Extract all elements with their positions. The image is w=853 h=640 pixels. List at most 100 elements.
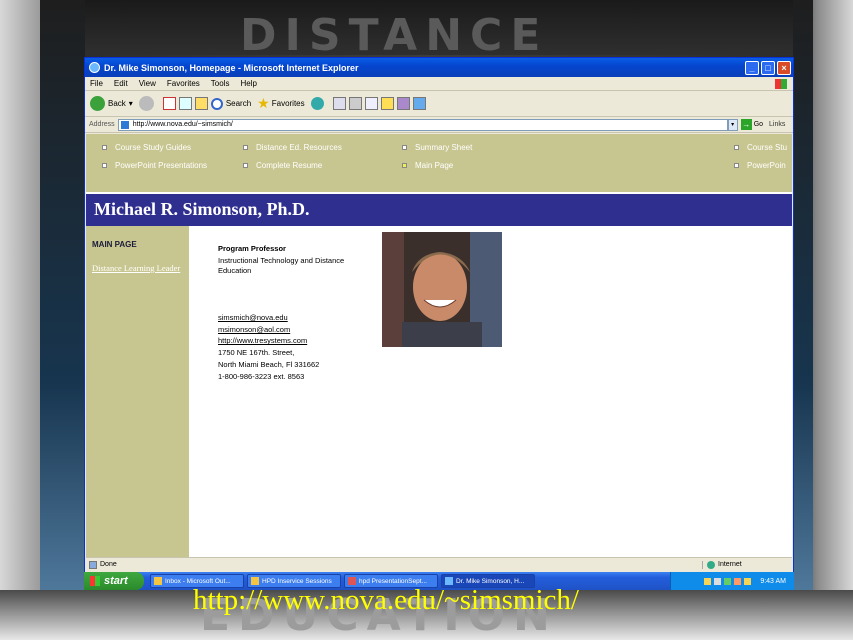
back-button[interactable]: Back ▾	[90, 96, 133, 111]
bullet-icon	[402, 145, 407, 150]
go-label: Go	[753, 121, 764, 128]
nav-main-page[interactable]: Main Page	[402, 161, 453, 170]
nav-powerpoint-repeat[interactable]: PowerPoin	[734, 161, 786, 170]
menu-help[interactable]: Help	[240, 79, 256, 88]
nav-label: Course Study Guides	[115, 143, 192, 152]
slide-frame-left	[0, 0, 85, 640]
search-icon	[210, 97, 223, 110]
chevron-down-icon[interactable]: ▾	[129, 99, 133, 108]
close-button[interactable]: ×	[777, 60, 791, 75]
favorites-button[interactable]: ★ Favorites	[257, 95, 304, 112]
tray-icon[interactable]	[734, 577, 742, 585]
back-arrow-icon	[90, 96, 105, 111]
tray-icon[interactable]	[714, 577, 722, 585]
messenger-icon[interactable]	[412, 97, 426, 110]
nav-label: PowerPoint Presentations	[115, 161, 208, 170]
nav-distance-ed-resources[interactable]: Distance Ed. Resources	[243, 143, 342, 152]
title-bar[interactable]: Dr. Mike Simonson, Homepage - Microsoft …	[85, 58, 793, 77]
tray-icon[interactable]	[704, 577, 712, 585]
bullet-icon	[243, 145, 248, 150]
address-bar: Address http://www.nova.edu/~simsmich/ ▾…	[85, 117, 793, 133]
website-link[interactable]: http://www.tresystems.com	[218, 335, 319, 347]
browser-window: Dr. Mike Simonson, Homepage - Microsoft …	[84, 57, 794, 590]
page-icon	[89, 560, 97, 569]
address-label: Address	[89, 121, 115, 128]
menu-view[interactable]: View	[139, 79, 156, 88]
mail-icon[interactable]	[332, 97, 346, 110]
main-content: Program Professor Instructional Technolo…	[189, 226, 792, 557]
nav-label: Complete Resume	[256, 161, 323, 170]
go-arrow-icon: →	[740, 119, 752, 130]
print-icon[interactable]	[348, 97, 362, 110]
star-icon: ★	[257, 95, 270, 111]
slide-frame-right	[793, 0, 853, 640]
nav-course-study-guides[interactable]: Course Study Guides	[102, 143, 191, 152]
toolbar: Back ▾ Search ★ Favorites	[85, 91, 793, 117]
address-city: North Miami Beach, Fl 331662	[218, 359, 320, 369]
nav-course-study-guides-repeat[interactable]: Course Stu	[734, 143, 787, 152]
email-link-1[interactable]: simsmich@nova.edu	[218, 312, 319, 324]
globe-icon	[707, 560, 715, 569]
profile-photo	[382, 232, 502, 347]
menu-tools[interactable]: Tools	[211, 79, 230, 88]
menu-file[interactable]: File	[90, 79, 103, 88]
sidebar-link-distance-learning-leader[interactable]: Distance Learning Leader	[92, 263, 183, 274]
stop-icon[interactable]	[162, 97, 176, 110]
forward-button[interactable]	[138, 96, 157, 111]
sidebar-header: MAIN PAGE	[92, 240, 137, 249]
nav-complete-resume[interactable]: Complete Resume	[243, 161, 322, 170]
nav-summary-sheet[interactable]: Summary Sheet	[402, 143, 472, 152]
tray-icon[interactable]	[724, 577, 732, 585]
page-content: Course Study Guides Distance Ed. Resourc…	[86, 134, 792, 557]
refresh-icon[interactable]	[178, 97, 192, 110]
status-bar: Done Internet	[86, 557, 792, 571]
folder-icon[interactable]	[380, 97, 394, 110]
zone-label: Internet	[718, 561, 742, 568]
start-label: start	[104, 575, 128, 587]
address-dropdown-icon[interactable]: ▾	[727, 118, 738, 131]
address-street: 1750 NE 167th. Street,	[218, 348, 295, 358]
contact-block: simsmich@nova.edu msimonson@aol.com http…	[218, 312, 319, 382]
bullet-icon	[102, 145, 107, 150]
phone-number: 1-800-986-3223 ext. 8563	[218, 371, 305, 381]
department: Instructional Technology and Distance Ed…	[218, 256, 345, 275]
edit-icon[interactable]	[364, 97, 378, 110]
menu-bar: File Edit View Favorites Tools Help	[85, 77, 793, 91]
menu-edit[interactable]: Edit	[114, 79, 128, 88]
home-icon[interactable]	[194, 97, 208, 110]
nav-label: Course Stu	[747, 143, 788, 152]
bullet-icon	[734, 145, 739, 150]
address-input[interactable]: http://www.nova.edu/~simsmich/	[117, 118, 728, 131]
windows-logo-icon	[775, 78, 787, 89]
favorites-label: Favorites	[271, 99, 305, 108]
clock: 9:43 AM	[760, 577, 786, 585]
search-button[interactable]: Search	[210, 97, 252, 110]
menu-favorites[interactable]: Favorites	[167, 79, 200, 88]
search-label: Search	[225, 99, 252, 108]
history-icon[interactable]	[310, 97, 324, 110]
security-zone: Internet	[702, 560, 792, 569]
bullet-icon	[243, 163, 248, 168]
ie-icon	[89, 62, 100, 73]
job-title: Program Professor	[218, 244, 286, 253]
start-button[interactable]: start	[84, 572, 144, 590]
research-icon[interactable]	[396, 97, 410, 110]
portrait-illustration	[382, 232, 502, 347]
slide-decor-top: DISTANCE	[240, 10, 549, 61]
nav-label: Distance Ed. Resources	[256, 143, 342, 152]
minimize-button[interactable]: _	[745, 60, 759, 75]
tray-icon[interactable]	[744, 577, 752, 585]
go-button[interactable]: → Go	[740, 119, 764, 130]
outlook-icon	[154, 577, 162, 585]
sidebar: MAIN PAGE Distance Learning Leader	[86, 226, 189, 557]
page-nav: Course Study Guides Distance Ed. Resourc…	[86, 134, 792, 190]
slide-url-caption: http://www.nova.edu/~simsmich/	[193, 584, 579, 616]
nav-label: PowerPoin	[747, 161, 786, 170]
bullet-icon	[734, 163, 739, 168]
page-title: Michael R. Simonson, Ph.D.	[86, 194, 792, 226]
links-button[interactable]: Links	[769, 121, 785, 128]
maximize-button[interactable]: □	[761, 60, 775, 75]
nav-label: Main Page	[415, 161, 454, 170]
email-link-2[interactable]: msimonson@aol.com	[218, 324, 319, 336]
nav-powerpoint-presentations[interactable]: PowerPoint Presentations	[102, 161, 207, 170]
